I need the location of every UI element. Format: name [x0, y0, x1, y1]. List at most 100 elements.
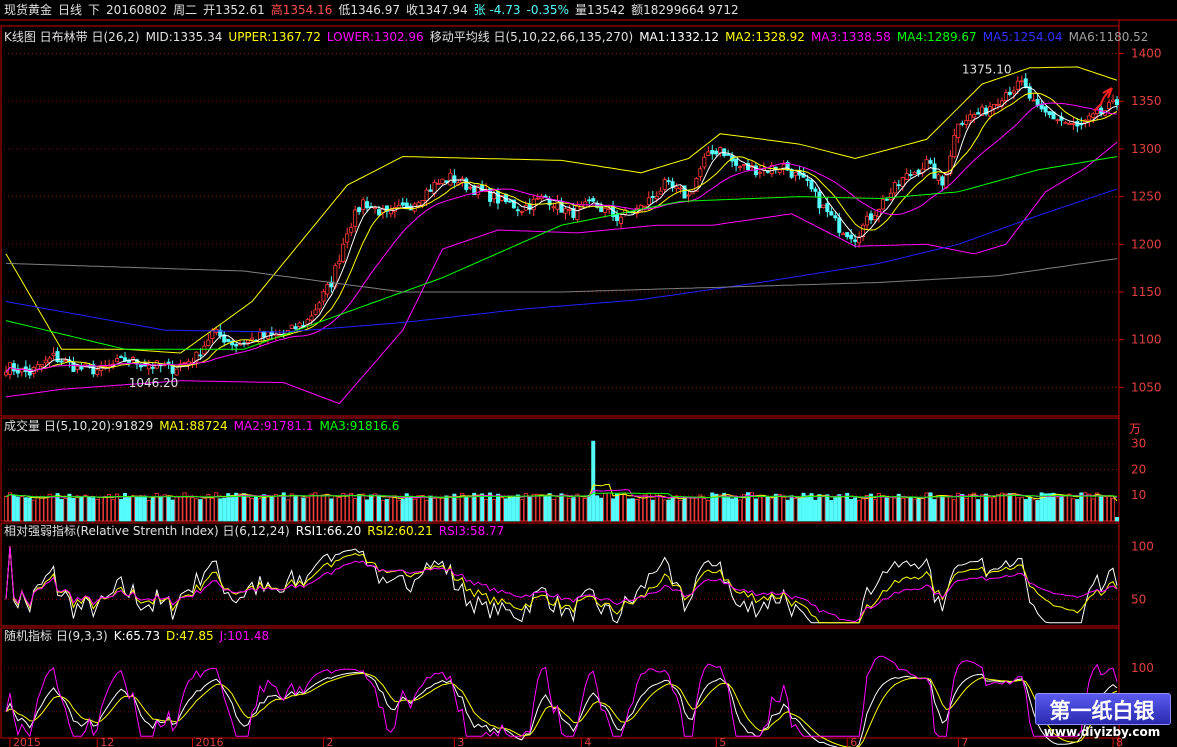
candle-down — [507, 200, 512, 203]
candle-down — [765, 171, 770, 173]
volume-bar-down — [809, 493, 814, 522]
volume-bar-up — [484, 498, 489, 522]
volume-bar-up — [972, 492, 977, 522]
candle-up — [646, 197, 651, 206]
volume-bar-down — [1051, 492, 1056, 522]
volume-bar-up — [658, 496, 663, 522]
volume-bar-up — [555, 496, 560, 522]
volume-bar-up — [111, 499, 116, 522]
volume-bar-down — [357, 494, 362, 522]
price-tick-label: 1200 — [1131, 237, 1162, 251]
volume-bar-down — [134, 495, 139, 522]
candle-down — [428, 189, 433, 192]
volume-bar-down — [940, 495, 945, 522]
candle-up — [698, 168, 703, 177]
volume-bar-down — [198, 499, 203, 522]
candle-up — [202, 345, 207, 355]
rsi2-line — [5, 546, 1118, 624]
volume-bar-up — [1091, 498, 1096, 522]
vol-ma1: MA1:88724 — [159, 419, 228, 433]
candle-up — [912, 171, 917, 175]
volume-bar-up — [757, 496, 762, 522]
candle-down — [400, 202, 405, 206]
volume-bar-up — [476, 495, 481, 522]
candle-up — [972, 114, 977, 118]
volume-bar-up — [107, 494, 112, 522]
watermark-title: 第一纸白银 — [1049, 699, 1155, 723]
volume-bar-up — [313, 492, 318, 522]
volume-bar-down — [853, 497, 858, 522]
volume-bar-down — [1027, 496, 1032, 522]
candle-up — [436, 182, 441, 185]
volume-bar-up — [174, 496, 179, 522]
volume-bar-up — [47, 493, 52, 522]
volume-bar-down — [91, 497, 96, 522]
volume-unit: 万 — [1129, 422, 1142, 436]
volume-bar-down — [916, 498, 921, 522]
volume-bar-up — [1015, 497, 1020, 522]
time-tick-label: 3 — [457, 736, 464, 747]
volume-bar-up — [345, 494, 350, 522]
volume-bar-up — [277, 495, 282, 522]
volume-bar-down — [984, 493, 989, 522]
volume-bar-up — [761, 495, 766, 522]
open-value: 开1352.61 — [203, 3, 265, 17]
volume-bar-down — [714, 493, 719, 522]
time-tick-label: 2016 — [195, 736, 223, 747]
candle-up — [952, 134, 957, 158]
volume-bar-down — [253, 496, 258, 522]
candle-down — [1043, 106, 1048, 113]
candle-down — [138, 364, 143, 368]
volume-bar-up — [769, 498, 774, 522]
candle-up — [888, 192, 893, 200]
volume-bar-up — [841, 496, 846, 522]
candle-up — [249, 337, 254, 341]
volume-bar-down — [1047, 493, 1052, 522]
candle-up — [924, 159, 929, 171]
price-tick-label: 1050 — [1131, 380, 1162, 394]
rsi3-value: RSI3:58.77 — [438, 524, 505, 538]
volume-bar-down — [376, 494, 381, 522]
candle-up — [865, 215, 870, 226]
candle-up — [206, 339, 211, 346]
ma-title: 移动平均线 日(5,10,22,66,135,270) — [429, 30, 634, 44]
volume-bar-up — [698, 494, 703, 522]
volume-bar-down — [591, 440, 596, 522]
volume-bar-up — [865, 495, 870, 522]
candle-up — [321, 291, 326, 302]
volume-bar-up — [210, 497, 215, 522]
volume-bar-down — [166, 496, 171, 522]
volume-tick-label: 30 — [1131, 437, 1146, 451]
volume-bar-up — [1071, 498, 1076, 522]
time-tick-label: 5 — [719, 736, 726, 747]
volume-bar-down — [734, 497, 739, 522]
volume-bar-up — [523, 493, 528, 522]
volume-bar-up — [718, 494, 723, 522]
volume-bar-down — [1115, 516, 1120, 522]
price-tick-label: 1400 — [1131, 47, 1162, 61]
volume-bar-down — [650, 499, 655, 522]
volume-bar-down — [261, 494, 266, 522]
candle-down — [1115, 99, 1120, 106]
price-tick-label: 1350 — [1131, 94, 1162, 108]
volume-bar-up — [83, 494, 88, 522]
volume-bar-down — [503, 498, 508, 522]
volume-bar-down — [126, 496, 131, 522]
kdj-title: 随机指标 日(9,3,3) — [4, 629, 108, 643]
quote-bar: 现货黄金 日线下 20160802 周二 开1352.61 高1354.16 低1346.9… — [4, 2, 745, 18]
volume-bar-down — [67, 493, 72, 522]
volume-bar-down — [960, 494, 965, 522]
candle-down — [908, 174, 913, 176]
volume-bars-group — [3, 440, 1120, 522]
candle-up — [654, 195, 659, 200]
volume-bar-up — [99, 496, 104, 522]
volume-tick-label: 10 — [1131, 488, 1146, 502]
volume-bar-up — [115, 493, 120, 522]
rsi2-value: RSI2:60.21 — [367, 524, 433, 538]
volume-bar-up — [373, 493, 378, 522]
candle-up — [35, 364, 40, 370]
volume-bar-down — [773, 493, 778, 522]
change-value: 张 -4.73 — [473, 3, 521, 17]
candle-down — [1007, 91, 1012, 95]
volume-bar-up — [178, 496, 183, 522]
